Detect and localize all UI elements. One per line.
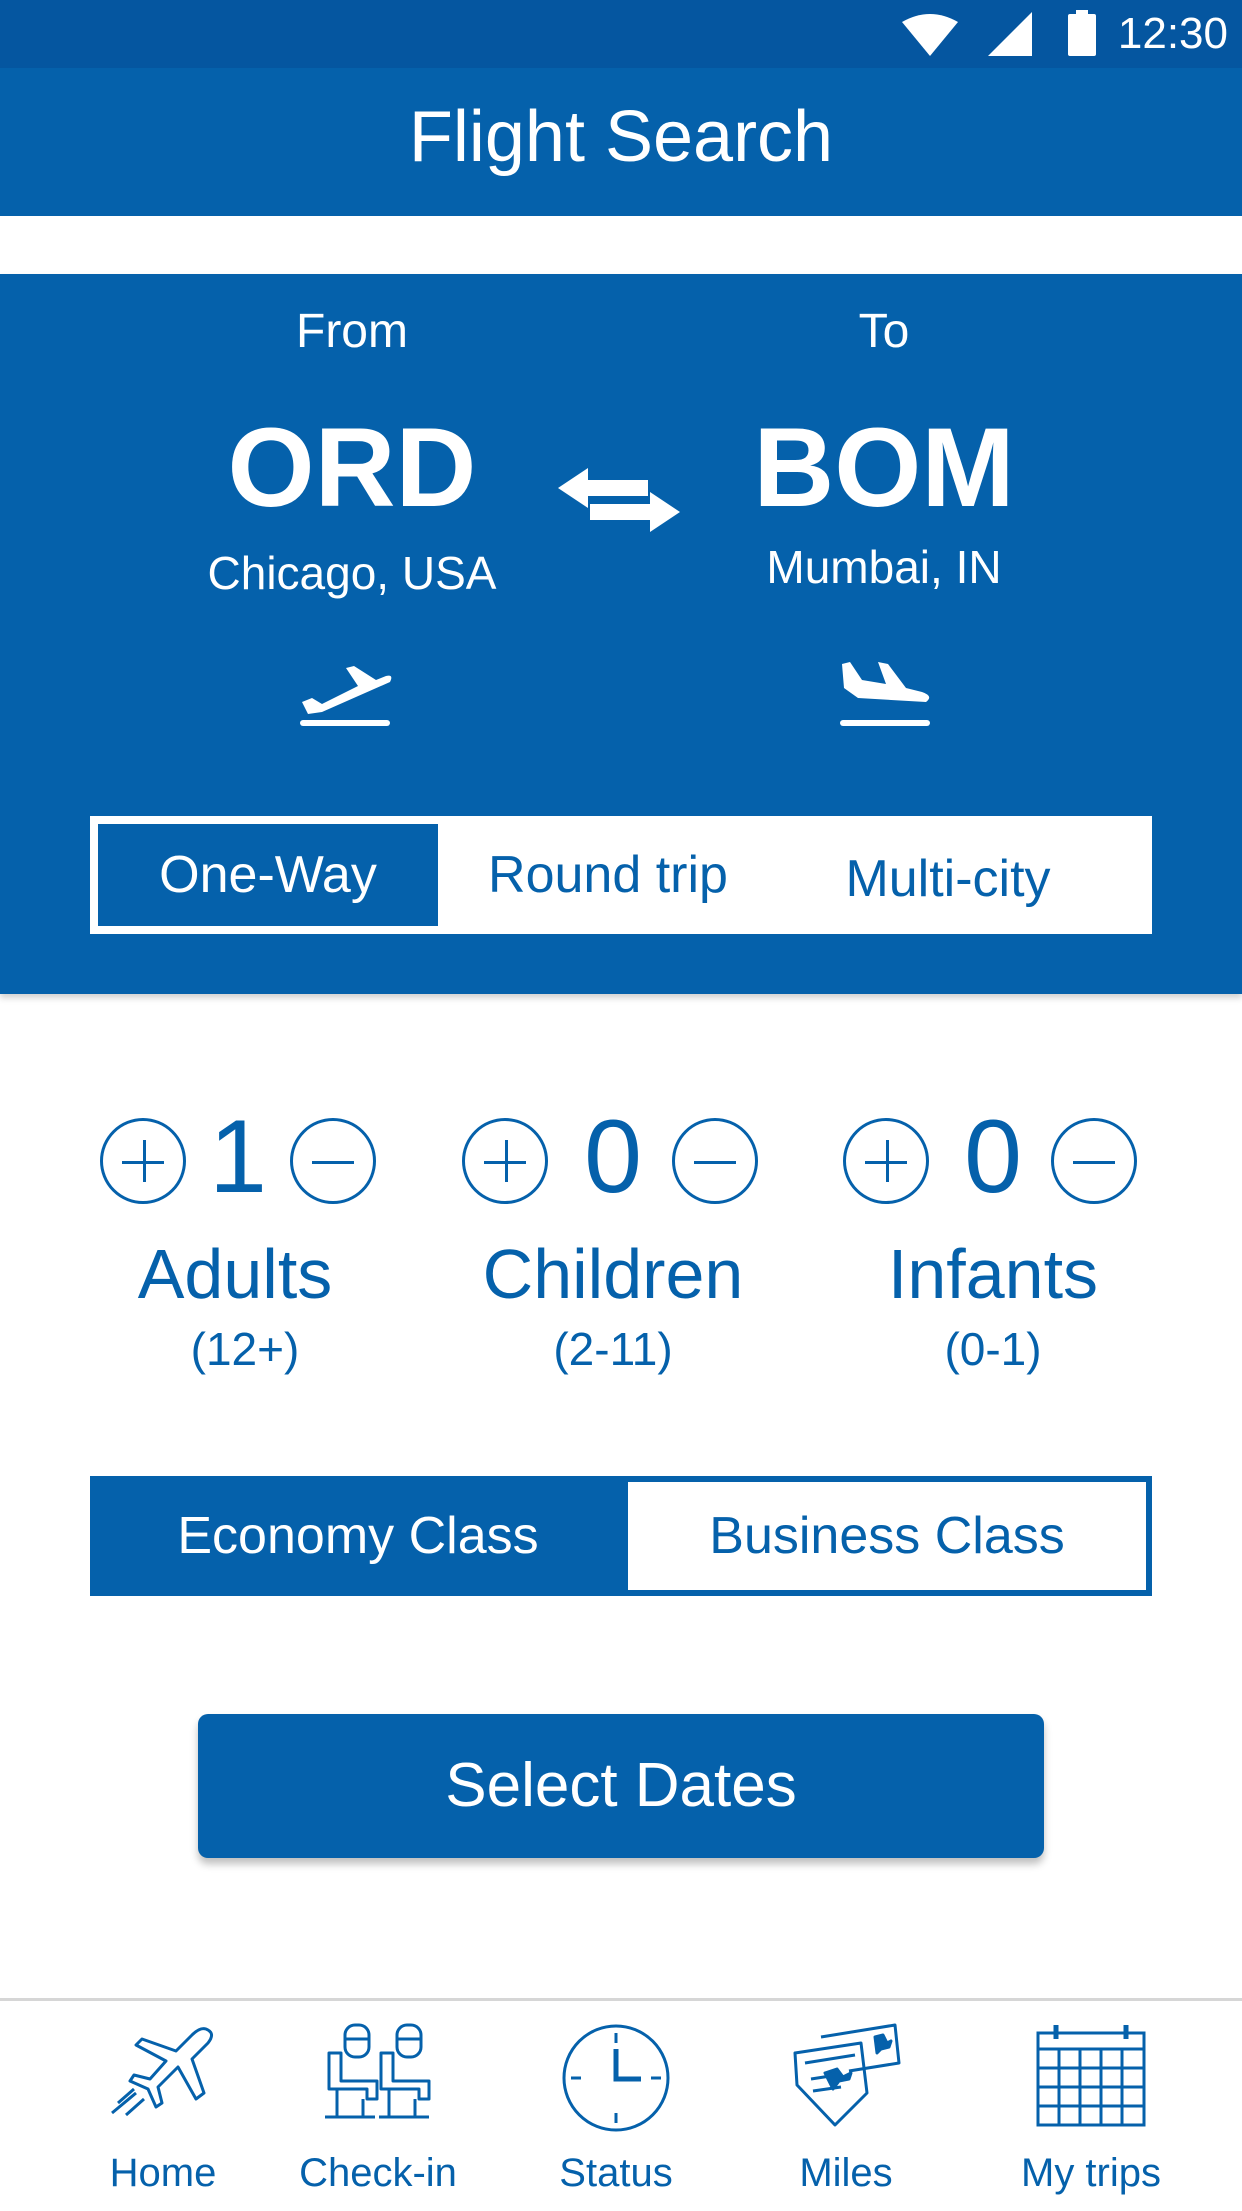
- seats-icon: [325, 2023, 431, 2119]
- status-bar: 12:30: [0, 0, 1242, 68]
- landing-icon: [840, 662, 930, 726]
- nav-label-miles: Miles: [799, 2151, 893, 2195]
- origin-airport-code[interactable]: ORD: [152, 412, 552, 524]
- nav-item-miles[interactable]: Miles: [736, 2001, 956, 2211]
- airplane-icon: [111, 2027, 213, 2117]
- cellular-signal-icon: [988, 12, 1032, 56]
- adults-counter: 1 Adults (12+): [100, 1099, 390, 1380]
- economy-class-option[interactable]: Economy Class: [90, 1476, 626, 1596]
- tab-multi-city[interactable]: Multi-city: [778, 820, 1118, 938]
- adults-label: Adults: [137, 1235, 333, 1313]
- children-decrement-button[interactable]: [672, 1118, 758, 1204]
- from-label: From: [296, 305, 408, 358]
- adults-decrement-button[interactable]: [290, 1118, 376, 1204]
- trip-type-selector: One-Way Round trip Multi-city: [90, 816, 1152, 934]
- children-age-range: (2-11): [553, 1323, 673, 1375]
- cabin-class-selector: Economy Class Business Class: [90, 1476, 1152, 1596]
- wifi-icon: [902, 14, 958, 56]
- adults-increment-button[interactable]: [100, 1118, 186, 1204]
- nav-item-my-trips[interactable]: My trips: [981, 2001, 1201, 2211]
- to-label: To: [858, 305, 910, 358]
- infants-count: 0: [964, 1099, 1022, 1215]
- clock-icon: [562, 2024, 670, 2132]
- page-title: Flight Search: [408, 97, 834, 177]
- nav-label-home: Home: [109, 2151, 217, 2195]
- business-class-option[interactable]: Business Class: [628, 1482, 1146, 1590]
- swap-arrows-icon[interactable]: [558, 464, 680, 536]
- nav-label-my-trips: My trips: [1021, 2151, 1161, 2195]
- app-header: Flight Search: [0, 68, 1242, 216]
- bottom-nav: Home Check-in Status Miles My trips: [0, 1998, 1242, 2208]
- destination-city: Mumbai, IN: [766, 541, 1002, 593]
- destination-airport-code[interactable]: BOM: [684, 412, 1084, 524]
- route-panel: From To ORD BOM Chicago, USA Mumbai, IN …: [0, 274, 1242, 994]
- adults-count: 1: [209, 1099, 267, 1215]
- nav-item-home[interactable]: Home: [53, 2001, 273, 2211]
- tickets-icon: [793, 2023, 901, 2127]
- nav-item-status[interactable]: Status: [506, 2001, 726, 2211]
- children-increment-button[interactable]: [462, 1118, 548, 1204]
- infants-counter: 0 Infants (0-1): [843, 1099, 1143, 1380]
- nav-item-check-in[interactable]: Check-in: [268, 2001, 488, 2211]
- origin-city: Chicago, USA: [207, 547, 497, 599]
- nav-label-check-in: Check-in: [299, 2151, 457, 2195]
- children-count: 0: [584, 1099, 642, 1215]
- tab-round-trip[interactable]: Round trip: [438, 816, 778, 934]
- tab-one-way[interactable]: One-Way: [98, 824, 438, 926]
- infants-increment-button[interactable]: [843, 1118, 929, 1204]
- select-dates-button[interactable]: Select Dates: [198, 1714, 1044, 1858]
- children-counter: 0 Children (2-11): [462, 1099, 764, 1380]
- infants-decrement-button[interactable]: [1051, 1118, 1137, 1204]
- nav-label-status: Status: [559, 2151, 673, 2195]
- infants-label: Infants: [887, 1235, 1099, 1313]
- takeoff-icon: [300, 666, 392, 726]
- adults-age-range: (12+): [190, 1323, 300, 1375]
- calendar-icon: [1036, 2025, 1146, 2127]
- status-time: 12:30: [1117, 9, 1228, 58]
- children-label: Children: [482, 1235, 744, 1313]
- infants-age-range: (0-1): [944, 1323, 1042, 1375]
- battery-icon: [1068, 10, 1096, 56]
